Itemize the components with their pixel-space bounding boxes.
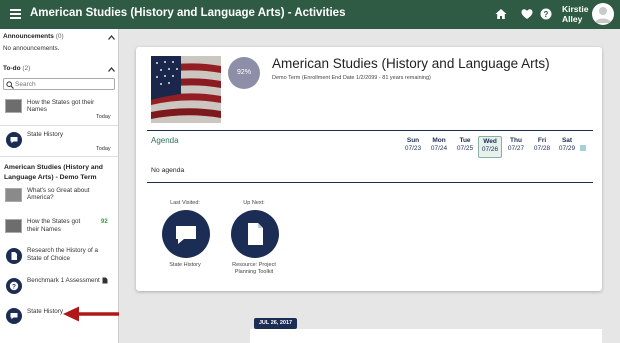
day-column[interactable]: Mon 07/24 xyxy=(427,137,451,152)
activity-thumbnail xyxy=(5,188,22,202)
user-name[interactable]: Kirstie Alley xyxy=(562,4,588,24)
document-icon xyxy=(102,277,108,284)
feed-panel xyxy=(250,329,602,343)
discussion-icon xyxy=(6,308,22,324)
up-next-button[interactable] xyxy=(231,210,279,258)
arrow-icon xyxy=(63,306,119,322)
todo-item-title: State History xyxy=(27,131,64,138)
score-badge: 92 xyxy=(101,219,108,225)
heart-icon[interactable] xyxy=(520,7,534,21)
list-item-title: How the States got their Names xyxy=(27,218,81,233)
divider xyxy=(0,156,118,157)
activity-thumbnail xyxy=(5,219,22,233)
chevron-up-icon[interactable] xyxy=(108,35,115,40)
avatar[interactable] xyxy=(592,3,614,25)
assignment-icon xyxy=(6,248,22,264)
svg-text:?: ? xyxy=(12,284,16,291)
list-item-title: What's so Great about America? xyxy=(27,187,90,201)
page-title: American Studies (History and Language A… xyxy=(30,7,346,19)
menu-icon[interactable] xyxy=(10,9,21,19)
announcements-header[interactable]: Announcements (0) xyxy=(3,33,64,40)
help-icon[interactable]: ? xyxy=(539,7,553,21)
day-column[interactable]: Sun 07/23 xyxy=(401,137,425,152)
list-item-title: Benchmark 1 Assessment xyxy=(27,277,100,284)
list-item-title: State History xyxy=(27,308,64,315)
svg-text:?: ? xyxy=(544,10,549,19)
chevron-up-icon[interactable] xyxy=(108,67,115,72)
day-column[interactable]: Thu 07/27 xyxy=(504,137,528,152)
day-column[interactable]: Tue 07/25 xyxy=(453,137,477,152)
search-icon xyxy=(6,80,14,89)
top-bar: American Studies (History and Language A… xyxy=(0,0,620,29)
last-visited-title[interactable]: State History xyxy=(150,262,220,268)
user-icon xyxy=(595,7,611,23)
day-column-selected[interactable]: Wed 07/26 xyxy=(478,136,502,158)
divider xyxy=(147,182,593,183)
course-card: 92% American Studies (History and Langua… xyxy=(136,47,602,291)
course-subtitle: Demo Term (Enrollment End Date 1/2/2099 … xyxy=(272,75,431,81)
todo-item-title: How the States got their Names xyxy=(27,99,95,113)
up-next-title[interactable]: Resource: Project Planning Toolkit xyxy=(219,262,289,276)
assessment-icon: ? xyxy=(6,278,22,294)
sidebar: Announcements (0) No announcements. To-d… xyxy=(0,29,119,343)
grade-badge: 92% xyxy=(228,57,260,89)
divider xyxy=(0,125,118,126)
course-image[interactable] xyxy=(151,56,221,123)
day-column[interactable]: Fri 07/28 xyxy=(530,137,554,152)
search-box xyxy=(3,78,115,90)
search-input[interactable] xyxy=(15,80,111,89)
date-badge: JUL 26, 2017 xyxy=(254,318,297,329)
course-title[interactable]: American Studies (History and Language A… xyxy=(4,163,114,183)
last-visited-button[interactable] xyxy=(162,210,210,258)
activity-thumbnail xyxy=(5,99,22,113)
list-item-title: Research the History of a State of Choic… xyxy=(27,247,99,262)
calendar-icon[interactable] xyxy=(580,145,586,151)
discussion-icon xyxy=(176,226,196,244)
up-next-label: Up Next: xyxy=(243,200,265,206)
discussion-icon xyxy=(6,132,22,148)
day-column[interactable]: Sat 07/29 xyxy=(555,137,579,152)
divider xyxy=(147,130,593,131)
agenda-label: Agenda xyxy=(151,136,179,145)
document-icon xyxy=(248,223,263,245)
todo-header[interactable]: To-do (2) xyxy=(3,65,30,72)
no-agenda-text: No agenda xyxy=(151,167,185,174)
last-visited-label: Last Visited: xyxy=(170,200,200,206)
home-icon[interactable] xyxy=(494,7,508,21)
no-announcements-text: No announcements. xyxy=(3,45,60,52)
todo-item-due: Today xyxy=(96,114,111,120)
todo-item-due: Today xyxy=(96,146,111,152)
course-title: American Studies (History and Language A… xyxy=(272,56,550,71)
